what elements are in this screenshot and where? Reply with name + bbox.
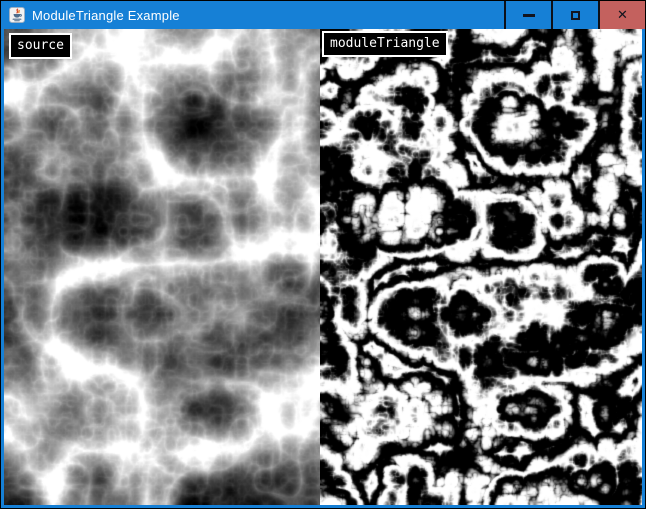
- content-area: source moduleTriangle: [1, 29, 645, 508]
- source-label: source: [9, 33, 72, 59]
- app-window: ModuleTriangle Example ✕ source moduleTr…: [0, 0, 646, 509]
- minimize-button[interactable]: [504, 1, 551, 29]
- panel-moduletriangle: moduleTriangle: [320, 29, 642, 505]
- maximize-icon: [571, 11, 580, 20]
- close-button[interactable]: ✕: [598, 1, 645, 29]
- window-title: ModuleTriangle Example: [32, 8, 180, 23]
- window-controls: ✕: [504, 1, 645, 29]
- source-noise-image: [4, 29, 320, 505]
- panel-source: source: [4, 29, 320, 505]
- moduletriangle-noise-image: [320, 29, 642, 505]
- close-icon: ✕: [617, 9, 628, 22]
- java-app-icon: [9, 7, 25, 23]
- minimize-icon: [523, 14, 535, 17]
- titlebar[interactable]: ModuleTriangle Example ✕: [1, 1, 645, 29]
- moduletriangle-label: moduleTriangle: [322, 31, 448, 57]
- maximize-button[interactable]: [551, 1, 598, 29]
